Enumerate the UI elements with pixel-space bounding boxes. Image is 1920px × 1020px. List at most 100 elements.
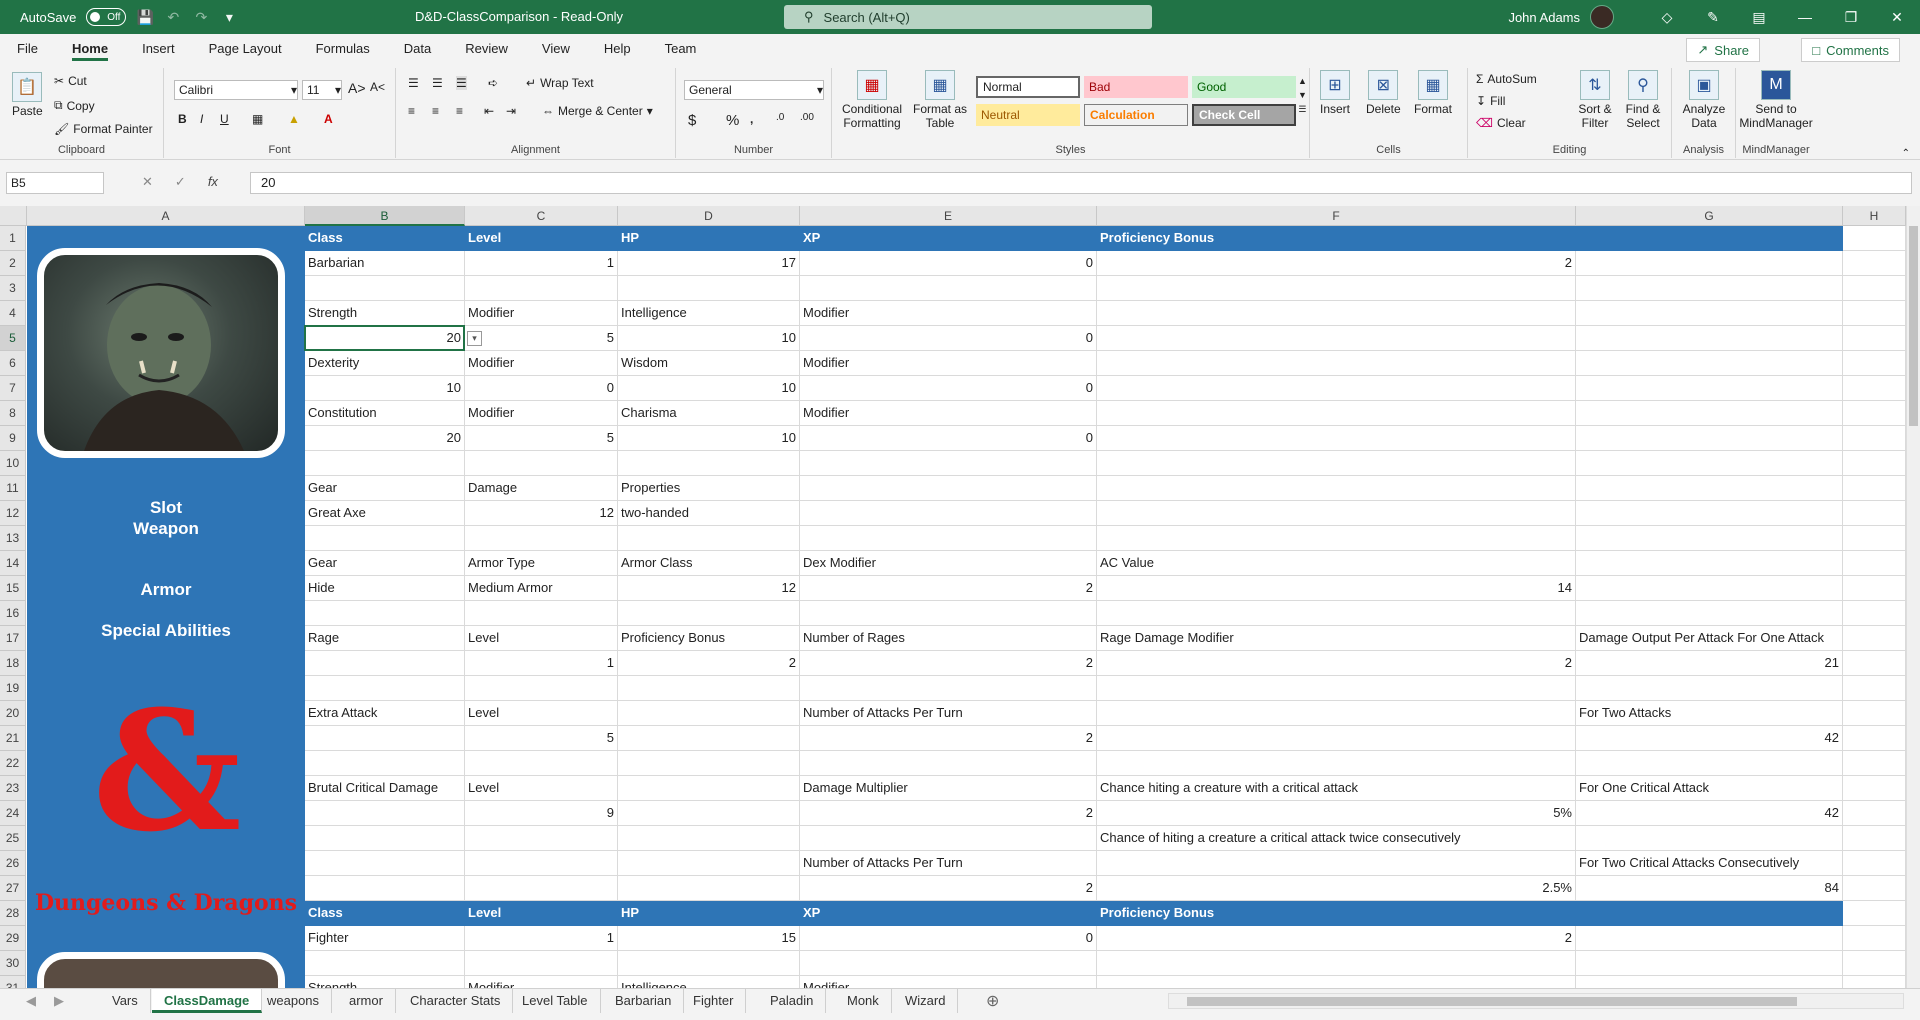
cell-g1[interactable] xyxy=(1576,226,1843,251)
cell-g23[interactable]: For One Critical Attack xyxy=(1576,776,1843,801)
cell-b21[interactable] xyxy=(305,726,465,751)
cell-f6[interactable] xyxy=(1097,351,1576,376)
align-left-icon[interactable]: ≡ xyxy=(408,104,415,118)
cell-g10[interactable] xyxy=(1576,451,1843,476)
tab-team[interactable]: Team xyxy=(648,34,714,64)
cell-d24[interactable] xyxy=(618,801,800,826)
row-header[interactable]: 17 xyxy=(0,626,26,651)
style-good[interactable]: Good xyxy=(1192,76,1296,98)
cell-f15[interactable]: 14 xyxy=(1097,576,1576,601)
cell-c3[interactable] xyxy=(465,276,618,301)
find-select-button[interactable]: ⚲ Find & Select xyxy=(1620,70,1666,130)
cell-e13[interactable] xyxy=(800,526,1097,551)
cell-h20[interactable] xyxy=(1843,701,1906,726)
cell-c23[interactable]: Level xyxy=(465,776,618,801)
cell-g15[interactable] xyxy=(1576,576,1843,601)
row-header[interactable]: 23 xyxy=(0,776,26,801)
cell-g25[interactable] xyxy=(1576,826,1843,851)
align-center-icon[interactable]: ≡ xyxy=(432,104,439,118)
cell-g2[interactable] xyxy=(1576,251,1843,276)
row-header[interactable]: 29 xyxy=(0,926,26,951)
cell-b20[interactable]: Extra Attack xyxy=(305,701,465,726)
row-header[interactable]: 20 xyxy=(0,701,26,726)
cell-d12[interactable]: two-handed xyxy=(618,501,800,526)
restore-icon[interactable]: ❐ xyxy=(1828,0,1874,34)
cell-g24[interactable]: 42 xyxy=(1576,801,1843,826)
formula-input[interactable]: 20 xyxy=(250,172,1912,194)
cell-b2[interactable]: Barbarian xyxy=(305,251,465,276)
cell-d8[interactable]: Charisma xyxy=(618,401,800,426)
save-icon[interactable]: 💾 xyxy=(136,8,154,26)
row-header[interactable]: 15 xyxy=(0,576,26,601)
cell-f20[interactable] xyxy=(1097,701,1576,726)
cell-e17[interactable]: Number of Rages xyxy=(800,626,1097,651)
cell-g5[interactable] xyxy=(1576,326,1843,351)
function-icon[interactable]: fx xyxy=(208,174,218,190)
cell-h12[interactable] xyxy=(1843,501,1906,526)
cell-f8[interactable] xyxy=(1097,401,1576,426)
cell-e7[interactable]: 0 xyxy=(800,376,1097,401)
column-header-b[interactable]: B xyxy=(305,206,465,226)
underline-button[interactable]: U xyxy=(220,112,229,126)
tab-view[interactable]: View xyxy=(525,34,587,64)
cell-d18[interactable]: 2 xyxy=(618,651,800,676)
cell-e1[interactable]: XP xyxy=(800,226,1097,251)
row-header[interactable]: 30 xyxy=(0,951,26,976)
cell-b26[interactable] xyxy=(305,851,465,876)
copy-button[interactable]: ⧉ Copy xyxy=(54,98,95,113)
column-header-e[interactable]: E xyxy=(800,206,1097,226)
worksheet-grid[interactable]: Slot Weapon Armor Special Abilities & Du… xyxy=(0,206,1920,988)
cell-b18[interactable] xyxy=(305,651,465,676)
cell-d14[interactable]: Armor Class xyxy=(618,551,800,576)
cell-g4[interactable] xyxy=(1576,301,1843,326)
cell-h4[interactable] xyxy=(1843,301,1906,326)
row-header[interactable]: 21 xyxy=(0,726,26,751)
comments-button[interactable]: □ Comments xyxy=(1801,38,1900,62)
cell-f18[interactable]: 2 xyxy=(1097,651,1576,676)
cell-b7[interactable]: 10 xyxy=(305,376,465,401)
cell-g3[interactable] xyxy=(1576,276,1843,301)
cell-h31[interactable] xyxy=(1843,976,1906,988)
cell-f13[interactable] xyxy=(1097,526,1576,551)
cell-d23[interactable] xyxy=(618,776,800,801)
cell-b17[interactable]: Rage xyxy=(305,626,465,651)
row-header[interactable]: 19 xyxy=(0,676,26,701)
cell-f9[interactable] xyxy=(1097,426,1576,451)
vertical-scroll-thumb[interactable] xyxy=(1909,226,1918,426)
cell-h30[interactable] xyxy=(1843,951,1906,976)
column-header-a[interactable]: A xyxy=(27,206,305,226)
cell-b10[interactable] xyxy=(305,451,465,476)
font-size-dropdown[interactable]: 11 ▾ xyxy=(302,80,342,100)
cell-c21[interactable]: 5 xyxy=(465,726,618,751)
cell-b16[interactable] xyxy=(305,601,465,626)
cell-f3[interactable] xyxy=(1097,276,1576,301)
cell-e5[interactable]: 0 xyxy=(800,326,1097,351)
row-header[interactable]: 31 xyxy=(0,976,26,988)
align-top-icon[interactable]: ☰ xyxy=(408,76,419,90)
row-header[interactable]: 28 xyxy=(0,901,26,926)
row-header[interactable]: 22 xyxy=(0,751,26,776)
cell-b1[interactable]: Class xyxy=(305,226,465,251)
validation-dropdown-icon[interactable]: ▾ xyxy=(467,331,482,346)
cell-e10[interactable] xyxy=(800,451,1097,476)
column-header-h[interactable]: H xyxy=(1843,206,1906,226)
cell-h21[interactable] xyxy=(1843,726,1906,751)
styles-scroll[interactable]: ▲ ▼ ☰ xyxy=(1298,76,1307,115)
row-header[interactable]: 6 xyxy=(0,351,26,376)
prev-sheet-icon[interactable]: ◀ xyxy=(26,993,36,1009)
grow-font-button[interactable]: A˃ xyxy=(348,80,366,96)
row-header[interactable]: 27 xyxy=(0,876,26,901)
cell-c24[interactable]: 9 xyxy=(465,801,618,826)
cell-e8[interactable]: Modifier xyxy=(800,401,1097,426)
autosum-button[interactable]: Σ AutoSum xyxy=(1476,72,1537,86)
align-middle-icon[interactable]: ☰ xyxy=(432,76,443,90)
cell-d17[interactable]: Proficiency Bonus xyxy=(618,626,800,651)
cell-c5[interactable]: 5 xyxy=(465,326,618,351)
collapse-ribbon-icon[interactable]: ⌃ xyxy=(1902,148,1910,159)
cell-b23[interactable]: Brutal Critical Damage xyxy=(305,776,465,801)
cell-f29[interactable]: 2 xyxy=(1097,926,1576,951)
row-header[interactable]: 2 xyxy=(0,251,26,276)
align-bottom-icon[interactable]: ☰ xyxy=(456,76,467,90)
cell-c17[interactable]: Level xyxy=(465,626,618,651)
cell-b12[interactable]: Great Axe xyxy=(305,501,465,526)
